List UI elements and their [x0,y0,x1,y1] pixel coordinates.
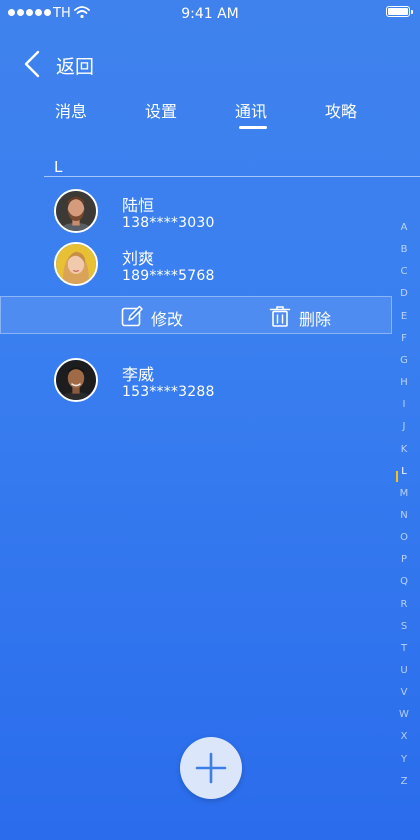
avatar [54,358,98,402]
index-letter-j[interactable]: J [394,421,414,432]
tab-label: 通讯 [234,102,267,121]
add-contact-button[interactable] [180,737,242,799]
contact-name: 刘爽 [122,249,155,268]
tab-messages[interactable]: 消息 [41,98,101,122]
index-letter-n[interactable]: N [394,510,414,521]
tab-label: 攻略 [324,102,357,121]
contact-name: 陆恒 [122,196,155,215]
avatar [54,242,98,286]
edit-button[interactable]: 修改 [121,297,201,335]
index-letter-g[interactable]: G [394,355,414,366]
status-bar: TH 9:41 AM [0,0,420,26]
section-header: L [54,158,63,176]
tab-label: 消息 [54,102,87,121]
index-letter-r[interactable]: R [394,599,414,610]
tab-label: 设置 [144,102,177,121]
index-letter-h[interactable]: H [394,377,414,388]
section-divider [44,176,420,177]
index-letter-a[interactable]: A [394,222,414,233]
contact-item[interactable]: 陆恒 138****3030 [54,189,394,237]
plus-icon [195,752,227,784]
avatar-man-dark [56,360,96,400]
active-tab-indicator [239,126,267,129]
index-letter-i[interactable]: I [394,399,414,410]
tab-contacts[interactable]: 通讯 [221,98,281,129]
index-letter-s[interactable]: S [394,621,414,632]
back-label: 返回 [56,56,95,78]
contact-item[interactable]: 李威 153****3288 [54,358,394,406]
index-letter-m[interactable]: M [394,488,414,499]
index-letter-q[interactable]: Q [394,576,414,587]
index-letter-l[interactable]: L [394,466,414,477]
chevron-left-icon [24,50,40,78]
index-letter-d[interactable]: D [394,288,414,299]
delete-button[interactable]: 删除 [269,297,349,335]
contact-name: 李威 [122,365,155,384]
index-letter-v[interactable]: V [394,687,414,698]
index-letter-u[interactable]: U [394,665,414,676]
clock: 9:41 AM [181,6,239,22]
index-letter-t[interactable]: T [394,643,414,654]
index-letter-z[interactable]: Z [394,776,414,787]
avatar-woman-blonde [56,244,96,284]
trash-icon [269,306,291,327]
back-button[interactable]: 返回 [20,48,110,80]
index-letter-y[interactable]: Y [394,754,414,765]
edit-label: 修改 [151,310,184,329]
index-letter-w[interactable]: W [394,709,414,720]
index-letter-o[interactable]: O [394,532,414,543]
edit-icon [121,305,143,327]
tab-settings[interactable]: 设置 [131,98,191,122]
tab-guides[interactable]: 攻略 [311,98,371,122]
delete-label: 删除 [299,310,332,329]
index-letter-b[interactable]: B [394,244,414,255]
battery-icon [386,6,413,17]
contact-phone: 153****3288 [122,384,215,400]
contact-action-bar: 修改 删除 [0,296,392,334]
index-letter-f[interactable]: F [394,333,414,344]
index-letter-c[interactable]: C [394,266,414,277]
tab-bar: 消息 设置 通讯 攻略 [0,98,420,129]
avatar [54,189,98,233]
index-letter-k[interactable]: K [394,444,414,455]
index-letter-p[interactable]: P [394,554,414,565]
contact-item[interactable]: 刘爽 189****5768 [54,242,394,290]
avatar-man-beard [56,191,96,231]
contact-phone: 138****3030 [122,215,215,231]
contacts-screen: TH 9:41 AM 返回 消息 设置 通讯 攻略 L 陆恒 138****30… [0,0,420,840]
index-letter-e[interactable]: E [394,311,414,322]
contact-phone: 189****5768 [122,268,215,284]
index-letter-x[interactable]: X [394,731,414,742]
